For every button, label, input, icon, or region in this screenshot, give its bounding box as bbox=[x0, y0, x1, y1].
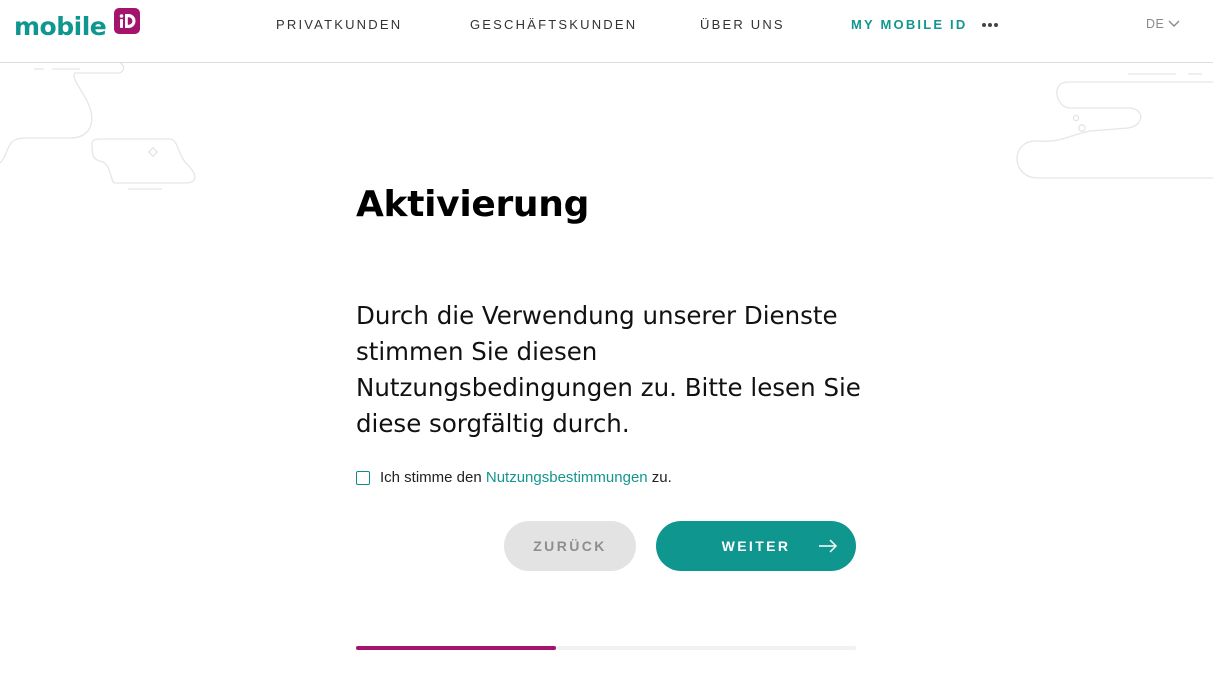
page: mobile PRIVATKUNDEN GESCHÄFTSKUNDEN ÜBER… bbox=[0, 0, 1213, 678]
terms-link[interactable]: Nutzungsbestimmungen bbox=[486, 469, 648, 486]
nav-geschaeftskunden[interactable]: GESCHÄFTSKUNDEN bbox=[470, 17, 637, 32]
nav-my-mobile-id[interactable]: MY MOBILE ID bbox=[851, 17, 967, 32]
language-label: DE bbox=[1146, 17, 1165, 31]
next-button-label: WEITER bbox=[721, 538, 791, 554]
logo-text: mobile bbox=[14, 11, 107, 41]
id-badge-icon bbox=[114, 8, 141, 34]
top-header: mobile PRIVATKUNDEN GESCHÄFTSKUNDEN ÜBER… bbox=[0, 0, 1213, 63]
progress-bar bbox=[356, 646, 856, 650]
terms-consent: Ich stimme den Nutzungsbestimmungen zu. bbox=[356, 469, 672, 486]
back-button[interactable]: ZURÜCK bbox=[504, 521, 636, 571]
consent-suffix: zu. bbox=[647, 469, 672, 486]
more-horizontal-icon[interactable] bbox=[981, 13, 999, 40]
arrow-right-icon bbox=[819, 539, 838, 553]
next-button[interactable]: WEITER bbox=[656, 521, 856, 571]
terms-description: Durch die Verwendung unserer Dienste sti… bbox=[356, 301, 861, 438]
nav-privatkunden[interactable]: PRIVATKUNDEN bbox=[276, 17, 402, 32]
decorative-cloud-right bbox=[1016, 73, 1213, 179]
page-title: Aktivierung bbox=[356, 184, 590, 225]
consent-prefix: Ich stimme den bbox=[380, 469, 486, 486]
chevron-down-icon bbox=[1168, 20, 1180, 27]
nav-ueber-uns[interactable]: ÜBER UNS bbox=[700, 17, 785, 32]
progress-bar-fill bbox=[356, 646, 556, 650]
language-selector[interactable]: DE bbox=[1146, 17, 1180, 31]
logo[interactable]: mobile bbox=[14, 8, 141, 42]
back-button-label: ZURÜCK bbox=[533, 538, 607, 554]
terms-checkbox[interactable] bbox=[356, 470, 370, 485]
decorative-cloud-left bbox=[0, 63, 196, 190]
